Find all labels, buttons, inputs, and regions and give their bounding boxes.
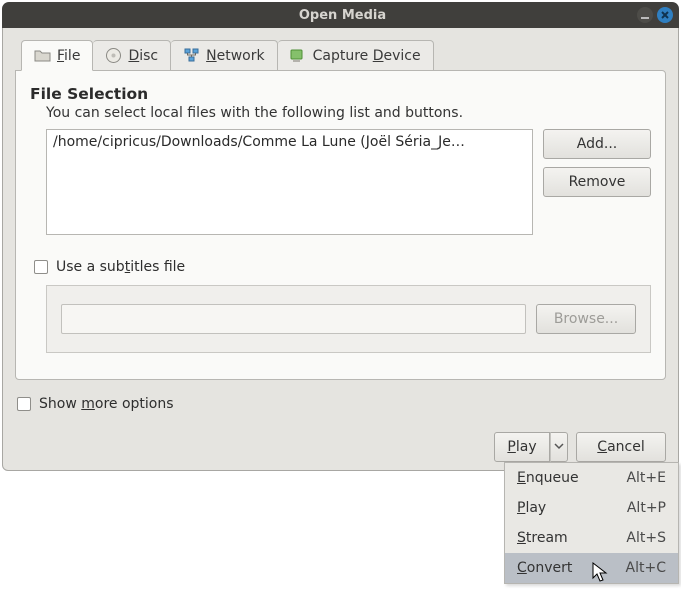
- tab-network[interactable]: Network: [171, 40, 277, 71]
- client-area: File Disc Network Capture Device: [2, 28, 679, 471]
- menu-item-shortcut: Alt+E: [626, 470, 666, 486]
- file-selection-heading: File Selection: [30, 85, 651, 103]
- menu-item-enqueue[interactable]: Enqueue Alt+E: [505, 463, 678, 493]
- play-dropdown-arrow[interactable]: [550, 432, 568, 462]
- add-button[interactable]: Add...: [543, 129, 651, 159]
- menu-item-label: Stream: [517, 530, 568, 546]
- file-list-item[interactable]: /home/cipricus/Downloads/Comme La Lune (…: [53, 134, 465, 150]
- disc-icon: [105, 47, 122, 64]
- use-subtitles-label: Use a subtitles file: [56, 259, 185, 275]
- show-more-options-checkbox[interactable]: [17, 397, 31, 411]
- dialog-actions: Play Cancel: [15, 432, 666, 462]
- tab-capture-label: Capture Device: [313, 48, 421, 64]
- menu-item-label: Enqueue: [517, 470, 579, 486]
- subtitles-path-field: [61, 304, 526, 334]
- menu-item-label: Convert: [517, 560, 572, 576]
- menu-item-shortcut: Alt+P: [627, 500, 666, 516]
- play-button[interactable]: Play: [494, 432, 550, 462]
- capture-icon: [290, 47, 307, 64]
- tab-capture[interactable]: Capture Device: [278, 40, 434, 71]
- menu-item-stream[interactable]: Stream Alt+S: [505, 523, 678, 553]
- browse-button: Browse...: [536, 304, 636, 334]
- menu-item-shortcut: Alt+S: [626, 530, 666, 546]
- close-button[interactable]: [657, 7, 673, 23]
- file-selection-subtext: You can select local files with the foll…: [46, 105, 651, 121]
- menu-item-shortcut: Alt+C: [626, 560, 666, 576]
- subtitles-frame: Browse...: [46, 285, 651, 353]
- show-more-options-label: Show more options: [39, 396, 174, 412]
- window-controls: [637, 7, 673, 23]
- window-title: Open Media: [48, 8, 637, 23]
- network-icon: [183, 47, 200, 64]
- chevron-down-icon: [554, 439, 564, 455]
- tab-file[interactable]: File: [21, 40, 93, 71]
- play-menu: Enqueue Alt+E Play Alt+P Stream Alt+S Co…: [504, 462, 679, 584]
- tab-bar: File Disc Network Capture Device: [21, 40, 666, 70]
- tab-page-file: File Selection You can select local file…: [15, 70, 666, 380]
- tab-disc-label: Disc: [128, 48, 158, 64]
- tab-disc[interactable]: Disc: [93, 40, 171, 71]
- minimize-button[interactable]: [637, 7, 653, 23]
- tab-network-label: Network: [206, 48, 264, 64]
- titlebar: Open Media: [2, 2, 679, 28]
- folder-icon: [34, 47, 51, 64]
- tab-file-label: File: [57, 48, 80, 64]
- remove-button[interactable]: Remove: [543, 167, 651, 197]
- menu-item-play[interactable]: Play Alt+P: [505, 493, 678, 523]
- use-subtitles-checkbox[interactable]: [34, 260, 48, 274]
- menu-item-convert[interactable]: Convert Alt+C: [505, 553, 678, 583]
- menu-item-label: Play: [517, 500, 546, 516]
- open-media-dialog: Open Media File Disc: [2, 2, 679, 471]
- play-split-button: Play: [494, 432, 568, 462]
- cancel-button[interactable]: Cancel: [576, 432, 666, 462]
- file-list[interactable]: /home/cipricus/Downloads/Comme La Lune (…: [46, 129, 533, 235]
